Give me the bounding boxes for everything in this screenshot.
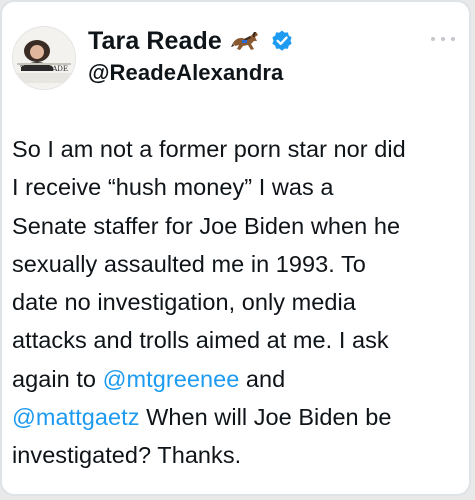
more-dot: [431, 37, 435, 41]
tweet-text: So I am not a former porn star nor did I…: [12, 130, 464, 475]
more-dot: [451, 37, 455, 41]
tweet-text-fragment: When will Joe Biden be: [139, 404, 392, 431]
tweet-line: I receive “hush money” I was a: [12, 174, 334, 201]
tweet-line: Senate staffer for Joe Biden when he: [12, 212, 401, 239]
tweet-card: TARA READE Tara Reade @ReadeAlexandra So…: [0, 0, 471, 496]
horse-emoji-icon: [230, 32, 258, 50]
author-name-row: Tara Reade: [88, 24, 294, 58]
mention-link-mtgreenee[interactable]: @mtgreenee: [103, 366, 240, 392]
more-dot: [441, 37, 445, 41]
more-options-icon[interactable]: [431, 34, 455, 44]
tweet-line: investigated? Thanks.: [12, 442, 242, 469]
avatar-wordmark: TARA READE: [20, 65, 68, 73]
mention-link-mattgaetz[interactable]: @mattgaetz: [12, 404, 140, 430]
verified-badge-icon: [272, 30, 292, 51]
avatar-image: TARA READE: [13, 27, 75, 89]
tweet-line: sexually assaulted me in 1993. To: [12, 250, 366, 277]
author-display-name[interactable]: Tara Reade: [88, 27, 222, 56]
tweet-line: attacks and trolls aimed at me. I ask: [12, 327, 389, 354]
author-handle[interactable]: @ReadeAlexandra: [88, 60, 283, 86]
tweet-line: @mattgaetz When will Joe Biden be: [12, 398, 464, 436]
author-avatar[interactable]: TARA READE: [12, 26, 76, 90]
tweet-text-fragment: again to: [12, 365, 103, 392]
tweet-text-fragment: and: [239, 365, 286, 392]
tweet-line: So I am not a former porn star nor did: [12, 136, 406, 162]
tweet-line: date no investigation, only media: [12, 289, 356, 316]
tweet-line: again to @mtgreenee and: [12, 360, 464, 398]
